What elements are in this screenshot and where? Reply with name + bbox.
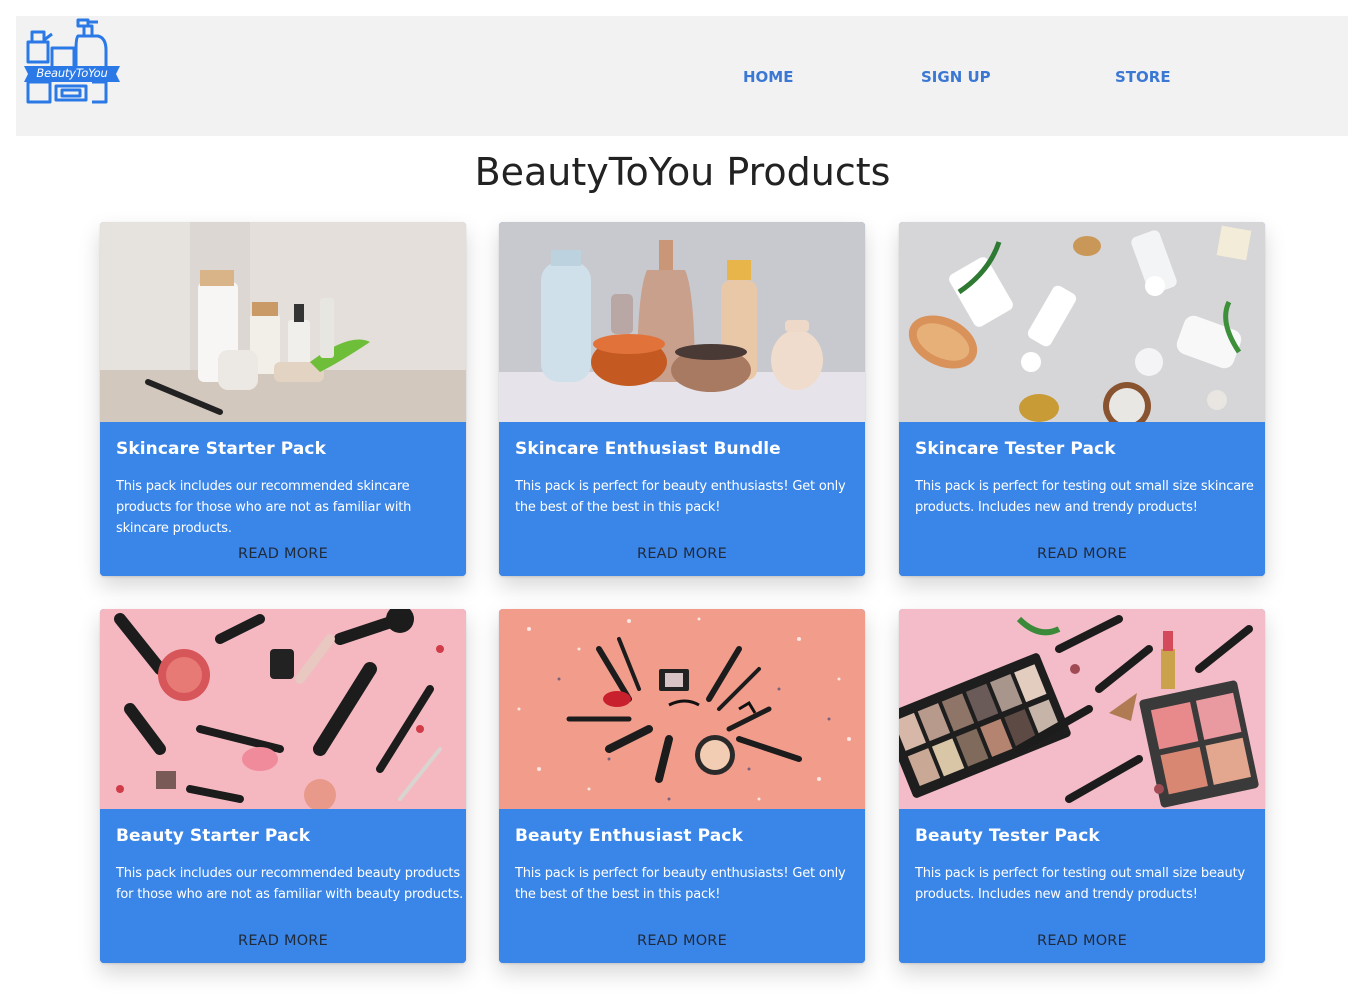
product-image [899, 609, 1265, 809]
card-description: This pack includes our recommended beaut… [116, 866, 464, 902]
product-card: Skincare Enthusiast Bundle This pack is … [499, 222, 865, 576]
cosmetics-logo-icon [24, 18, 120, 104]
skincare-bottles-image [499, 222, 865, 422]
product-image [499, 222, 865, 422]
logo[interactable]: BeautyToYou [22, 16, 122, 106]
card-description: This pack is perfect for beauty enthusia… [515, 866, 846, 902]
nav-home-link[interactable]: HOME [743, 68, 793, 86]
skincare-flatlay-image [899, 222, 1265, 422]
card-description: This pack includes our recommended skinc… [116, 479, 412, 536]
read-more-button[interactable]: READ MORE [100, 546, 466, 562]
card-description: This pack is perfect for testing out sma… [915, 866, 1245, 902]
page-title: BeautyToYou Products [474, 150, 891, 194]
product-image [499, 609, 865, 809]
card-description: This pack is perfect for beauty enthusia… [515, 479, 846, 515]
logo-text: BeautyToYou [36, 66, 108, 80]
product-image [100, 609, 466, 809]
card-title: Skincare Enthusiast Bundle [515, 439, 781, 459]
card-body: Beauty Tester Pack This pack is perfect … [899, 809, 1265, 963]
card-title: Skincare Starter Pack [116, 439, 327, 459]
product-card: Beauty Starter Pack This pack includes o… [100, 609, 466, 963]
read-more-button[interactable]: READ MORE [499, 933, 865, 949]
product-card: Beauty Enthusiast Pack This pack is perf… [499, 609, 865, 963]
card-body: Skincare Tester Pack This pack is perfec… [899, 422, 1265, 576]
nav-store-link[interactable]: STORE [1115, 68, 1171, 86]
card-title: Beauty Tester Pack [915, 826, 1100, 846]
product-card: Beauty Tester Pack This pack is perfect … [899, 609, 1265, 963]
skincare-products-image [100, 222, 466, 422]
card-title: Beauty Enthusiast Pack [515, 826, 743, 846]
product-card: Skincare Tester Pack This pack is perfec… [899, 222, 1265, 576]
product-image [899, 222, 1265, 422]
card-description: This pack is perfect for testing out sma… [915, 479, 1254, 515]
card-body: Skincare Enthusiast Bundle This pack is … [499, 422, 865, 576]
nav-signup-link[interactable]: SIGN UP [921, 68, 991, 86]
navbar: BeautyToYou HOME SIGN UP STORE [16, 16, 1348, 136]
read-more-button[interactable]: READ MORE [100, 933, 466, 949]
card-title: Beauty Starter Pack [116, 826, 311, 846]
card-body: Beauty Starter Pack This pack includes o… [100, 809, 466, 963]
makeup-circle-image [499, 609, 865, 809]
card-body: Skincare Starter Pack This pack includes… [100, 422, 466, 576]
read-more-button[interactable]: READ MORE [899, 546, 1265, 562]
read-more-button[interactable]: READ MORE [899, 933, 1265, 949]
card-title: Skincare Tester Pack [915, 439, 1116, 459]
read-more-button[interactable]: READ MORE [499, 546, 865, 562]
eyeshadow-palette-image [899, 609, 1265, 809]
makeup-flatlay-image [100, 609, 466, 809]
product-image [100, 222, 466, 422]
card-body: Beauty Enthusiast Pack This pack is perf… [499, 809, 865, 963]
product-card: Skincare Starter Pack This pack includes… [100, 222, 466, 576]
